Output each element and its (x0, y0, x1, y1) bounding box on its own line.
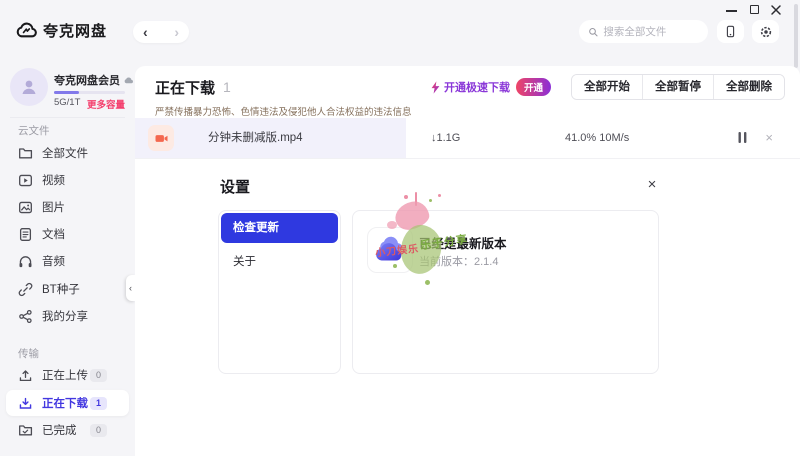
folder-icon (18, 146, 33, 161)
mobile-app-button[interactable] (717, 20, 744, 43)
upload-count-badge: 0 (90, 369, 107, 382)
audio-icon (18, 254, 33, 269)
sidebar-divider (10, 117, 125, 118)
downloads-header: 正在下载 1 开通极速下载 开通 全部开始 全部暂停 全部删除 (135, 66, 800, 104)
completed-count-badge: 0 (90, 424, 107, 437)
link-icon (18, 282, 33, 297)
maximize-button[interactable] (750, 5, 759, 14)
dialog-close-icon[interactable]: × (641, 176, 663, 196)
sidebar-item-videos[interactable]: 视频 (0, 167, 135, 193)
app-title: 夸克网盘 (43, 20, 107, 41)
sidebar: 夸克网盘会员 5G/1T 更多容量 云文件 全部文件 视频 (0, 60, 135, 456)
scrollbar-thumb[interactable] (794, 4, 798, 68)
lightning-icon (430, 81, 441, 94)
speed-promo-link[interactable]: 开通极速下载 开通 (430, 78, 551, 96)
avatar[interactable] (10, 68, 48, 106)
sidebar-item-all-files[interactable]: 全部文件 (0, 140, 135, 166)
speed-promo-label: 开通极速下载 (444, 79, 510, 95)
video-icon (18, 173, 33, 188)
more-storage-link[interactable]: 更多容量 (87, 97, 125, 111)
download-progress: 41.0% 10M/s (565, 118, 629, 158)
sidebar-item-completed[interactable]: 已完成 0 (0, 417, 135, 443)
user-name: 夸克网盘会员 (54, 72, 134, 88)
pause-icon[interactable] (737, 131, 748, 144)
sidebar-item-documents[interactable]: 文档 (0, 221, 135, 247)
search-box[interactable] (579, 20, 708, 43)
quark-drive-window: 夸克网盘 ‹ › (0, 0, 800, 456)
history-nav: ‹ › (133, 21, 189, 43)
storage-usage: 5G/1T (54, 97, 80, 108)
sidebar-collapse-handle[interactable]: ‹ (126, 275, 135, 301)
storage-progress-bar (54, 91, 125, 94)
activate-badge[interactable]: 开通 (516, 78, 551, 96)
update-status: 已经是最新版本 (419, 233, 507, 252)
dialog-title: 设置 (220, 176, 250, 197)
legal-notice: 严禁传播暴力恐怖、色情违法及侵犯他人合法权益的违法信息 (155, 104, 412, 118)
cloud-section-label: 云文件 (18, 123, 50, 138)
completed-icon (18, 423, 33, 438)
batch-actions: 全部开始 全部暂停 全部删除 (571, 74, 785, 100)
cloud-logo-icon (15, 19, 37, 41)
image-icon (18, 200, 33, 215)
settings-menu: 检查更新 关于 (218, 210, 341, 374)
sidebar-item-uploading[interactable]: 正在上传 0 (0, 362, 135, 388)
quark-cloud-icon (372, 232, 408, 268)
close-window-button[interactable] (770, 4, 782, 16)
menu-item-check-update[interactable]: 检查更新 (221, 213, 338, 243)
settings-button[interactable] (752, 20, 779, 43)
cancel-download-icon[interactable]: × (765, 118, 773, 158)
person-icon (19, 77, 39, 97)
current-version: 当前版本：2.1.4 (419, 253, 498, 269)
video-file-icon (148, 125, 174, 151)
back-button[interactable]: ‹ (143, 22, 148, 42)
search-icon (588, 26, 598, 38)
search-input[interactable] (603, 26, 699, 38)
download-filename: 分钟未删减版.mp4 (208, 118, 303, 158)
page-title: 正在下载 (155, 77, 215, 98)
sidebar-item-audio[interactable]: 音频 (0, 248, 135, 274)
sidebar-item-bt-seeds[interactable]: BT种子 (0, 276, 135, 302)
share-icon (18, 309, 33, 324)
download-count: 1 (223, 79, 231, 95)
minimize-button[interactable] (726, 10, 737, 12)
sidebar-item-my-shares[interactable]: 我的分享 (0, 303, 135, 329)
delete-all-button[interactable]: 全部删除 (713, 75, 784, 99)
download-icon (18, 396, 33, 411)
splash-drip (415, 192, 417, 206)
app-logo-box (367, 227, 413, 273)
update-panel: 已经是最新版本 当前版本：2.1.4 (352, 210, 659, 374)
sidebar-item-downloading[interactable]: 正在下载 1 (6, 390, 129, 416)
phone-icon (724, 25, 737, 38)
gear-icon (759, 25, 773, 39)
member-cloud-icon (123, 75, 134, 86)
pause-all-button[interactable]: 全部暂停 (642, 75, 713, 99)
app-logo: 夸克网盘 (15, 19, 107, 41)
menu-item-about[interactable]: 关于 (219, 253, 340, 269)
download-count-badge: 1 (90, 397, 107, 410)
download-size: ↓1.1G (431, 118, 460, 158)
document-icon (18, 227, 33, 242)
start-all-button[interactable]: 全部开始 (572, 75, 642, 99)
forward-button[interactable]: › (174, 22, 179, 42)
transfer-section-label: 传输 (18, 346, 39, 361)
download-row[interactable]: 分钟未删减版.mp4 ↓1.1G 41.0% 10M/s × (135, 118, 800, 159)
video-camera-icon (154, 131, 169, 146)
upload-icon (18, 368, 33, 383)
sidebar-item-images[interactable]: 图片 (0, 194, 135, 220)
main-panel: 正在下载 1 开通极速下载 开通 全部开始 全部暂停 全部删除 严禁传播暴力恐怖… (135, 66, 800, 456)
